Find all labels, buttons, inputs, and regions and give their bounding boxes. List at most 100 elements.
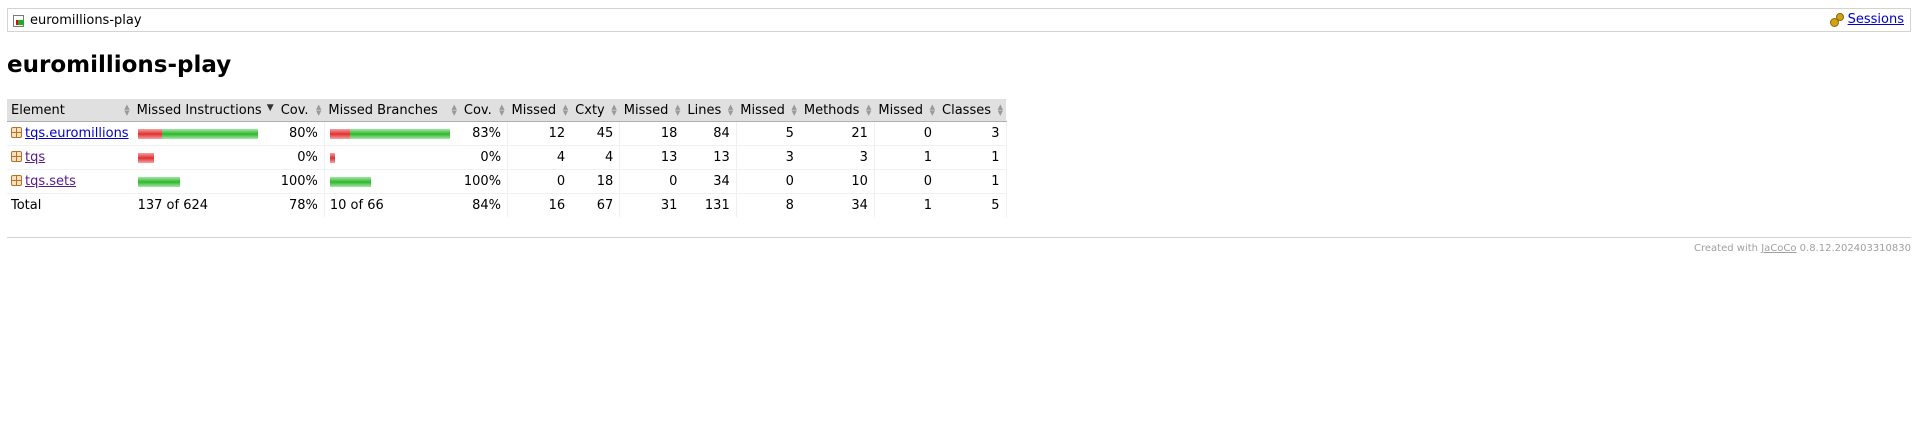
sort-icon: ▲ ▼ <box>727 103 734 117</box>
cxty-cell: 4 <box>571 145 621 170</box>
covered-bar <box>161 128 258 139</box>
methods-cell: 21 <box>799 121 875 146</box>
instr-cov-cell: 100% <box>276 169 325 194</box>
table-row: tqs.sets 100% 100% 0 18 0 34 0 10 0 1 <box>7 169 1007 194</box>
element-cell: tqs.euromillions <box>7 121 133 146</box>
table-row: tqs 0% 0% 4 4 13 13 3 3 1 1 <box>7 145 1007 170</box>
sort-icon: ▲ ▼ <box>499 103 505 117</box>
methods-cell: 10 <box>799 169 875 194</box>
total-label: Total <box>11 198 42 213</box>
classes-cell: 1 <box>938 145 1007 170</box>
sort-icon: ▲ ▼ <box>451 103 457 117</box>
coverage-table: Element ▲ ▼ Missed Instructions ▼ Cov. ▲ ▼ Mi… <box>7 99 1007 217</box>
missed-bar <box>329 152 335 163</box>
page-title: euromillions-play <box>7 52 232 78</box>
table-header-row: Element ▲ ▼ Missed Instructions ▼ Cov. ▲ ▼ Mi… <box>7 99 1006 122</box>
lines-cell: 13 <box>683 145 737 170</box>
total-cxty: 67 <box>571 193 621 217</box>
classes-missed-cell: 0 <box>874 169 939 194</box>
cxty-missed-cell: 4 <box>507 145 572 170</box>
sort-icon: ▲ ▼ <box>562 103 569 117</box>
header-instr-cov[interactable]: Cov. ▲ ▼ <box>276 99 325 122</box>
header-element[interactable]: Element ▲ ▼ <box>7 99 133 122</box>
classes-missed-cell: 0 <box>874 121 939 146</box>
sort-icon: ▲ ▼ <box>997 103 1003 117</box>
header-cxty-missed[interactable]: Missed ▲ ▼ <box>507 99 572 122</box>
lines-missed-cell: 0 <box>619 169 684 194</box>
package-icon <box>11 175 22 186</box>
total-branch-cov: 84% <box>459 193 509 217</box>
total-methods-missed: 8 <box>785 198 794 213</box>
total-classes-missed: 1 <box>923 198 933 213</box>
total-instr-cov: 78% <box>276 193 325 217</box>
header-lines[interactable]: Lines ▲ ▼ <box>683 99 737 122</box>
cxty-cell: 45 <box>571 121 621 146</box>
element-cell: tqs <box>7 145 133 170</box>
sort-icon: ▲ ▼ <box>315 103 322 117</box>
total-branches: 10 of 66 <box>329 198 384 213</box>
instructions-bar-cell <box>132 169 277 194</box>
sessions-link[interactable]: Sessions <box>1848 12 1904 27</box>
created-prefix: Created with <box>1694 243 1758 254</box>
total-row: Total 137 of 624 78% 10 of 66 84% 16 67 … <box>7 193 1007 217</box>
header-branch-cov[interactable]: Cov. ▲ ▼ <box>459 99 508 122</box>
methods-cell: 3 <box>799 145 875 170</box>
element-cell: tqs.sets <box>7 169 133 194</box>
covered-bar <box>349 128 450 139</box>
missed-bar <box>329 128 350 139</box>
branches-coverage-bar <box>329 176 450 187</box>
instructions-coverage-bar <box>137 152 267 163</box>
table-row: tqs.euromillions 80% 83% 12 45 18 84 5 21 0 3 <box>7 121 1007 146</box>
sort-icon: ▲ ▼ <box>866 103 872 117</box>
jacoco-link[interactable]: JaCoCo <box>1761 243 1796 254</box>
classes-cell: 1 <box>938 169 1007 194</box>
instructions-coverage-bar <box>137 176 267 187</box>
sort-icon: ▲ ▼ <box>124 103 130 117</box>
lines-cell: 34 <box>683 169 737 194</box>
package-link[interactable]: tqs.sets <box>25 174 76 189</box>
branches-bar-cell <box>324 169 460 194</box>
created-with: Created with JaCoCo 0.8.12.202403310830 <box>1694 243 1911 254</box>
methods-missed-cell: 3 <box>736 145 800 170</box>
sort-desc-icon: ▼ <box>266 103 274 113</box>
breadcrumb: euromillions-play Sessions <box>7 8 1911 32</box>
sort-icon: ▲ ▼ <box>929 103 936 117</box>
instructions-bar-cell <box>132 145 277 170</box>
instructions-coverage-bar <box>137 128 267 139</box>
methods-missed-cell: 5 <box>736 121 800 146</box>
total-classes: 5 <box>938 193 1007 217</box>
header-methods-missed[interactable]: Missed ▲ ▼ <box>736 99 800 122</box>
branches-bar-cell <box>324 145 460 170</box>
lines-cell: 84 <box>683 121 737 146</box>
missed-bar <box>137 128 162 139</box>
instructions-bar-cell <box>132 121 277 146</box>
cxty-missed-cell: 0 <box>507 169 572 194</box>
package-link[interactable]: tqs.euromillions <box>25 126 129 141</box>
covered-bar <box>329 176 371 187</box>
cxty-missed-cell: 12 <box>507 121 572 146</box>
branches-bar-cell <box>324 121 460 146</box>
report-icon <box>13 14 26 27</box>
package-icon <box>11 151 22 162</box>
cxty-cell: 18 <box>571 169 621 194</box>
package-link[interactable]: tqs <box>25 150 45 165</box>
header-classes-missed[interactable]: Missed ▲ ▼ <box>874 99 939 122</box>
instr-cov-cell: 80% <box>276 121 325 146</box>
covered-bar <box>137 176 180 187</box>
header-missed-branches[interactable]: Missed Branches ▲ ▼ <box>324 99 460 122</box>
methods-missed-cell: 0 <box>736 169 800 194</box>
sessions-icon[interactable] <box>1829 12 1844 27</box>
footer: Created with JaCoCo 0.8.12.202403310830 <box>7 237 1911 254</box>
header-classes[interactable]: Classes ▲ ▼ <box>938 99 1006 122</box>
branch-cov-cell: 0% <box>459 145 509 170</box>
breadcrumb-title: euromillions-play <box>30 13 142 28</box>
lines-missed-cell: 13 <box>619 145 684 170</box>
version-text: 0.8.12.202403310830 <box>1799 243 1911 254</box>
classes-cell: 3 <box>938 121 1007 146</box>
total-methods: 34 <box>799 193 875 217</box>
header-methods[interactable]: Methods ▲ ▼ <box>799 99 875 122</box>
header-cxty[interactable]: Cxty ▲ ▼ <box>571 99 620 122</box>
header-lines-missed[interactable]: Missed ▲ ▼ <box>619 99 684 122</box>
classes-missed-cell: 1 <box>874 145 939 170</box>
header-missed-instructions[interactable]: Missed Instructions ▼ <box>132 99 277 122</box>
